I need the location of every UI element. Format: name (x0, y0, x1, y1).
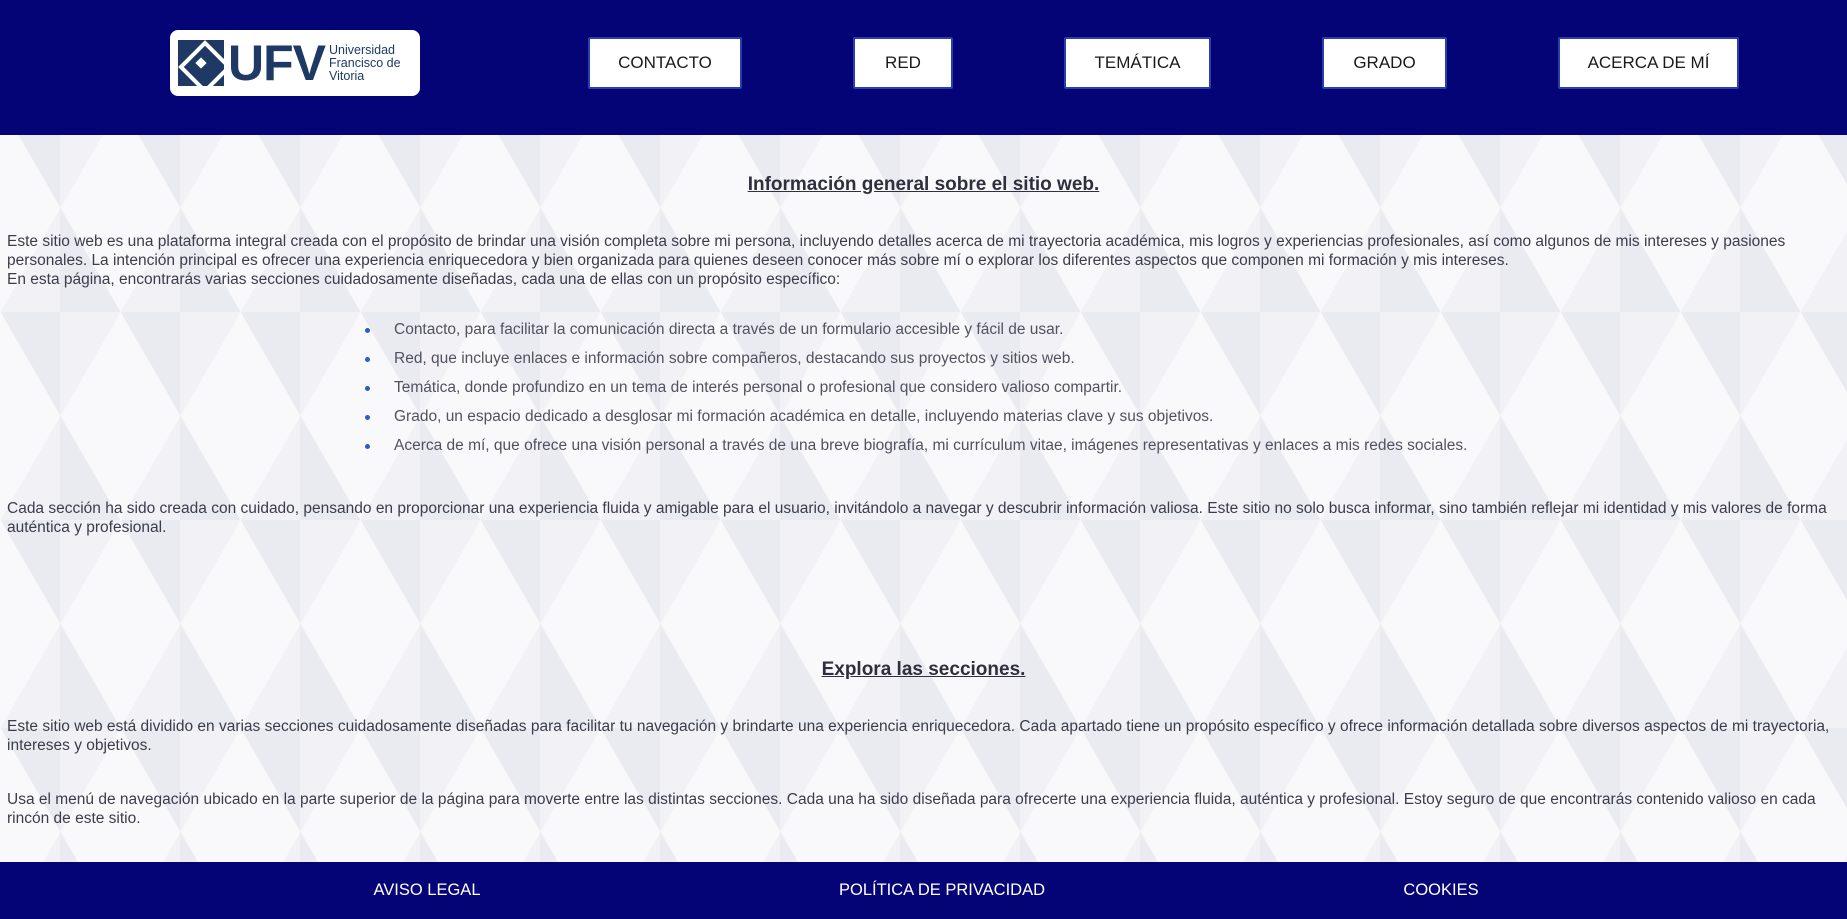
site-footer: AVISO LEGAL POLÍTICA DE PRIVACIDAD COOKI… (0, 862, 1847, 919)
footer-privacy-policy-link[interactable]: POLÍTICA DE PRIVACIDAD (839, 881, 1045, 900)
nav-tematica-button[interactable]: TEMÁTICA (1064, 37, 1211, 89)
ufv-emblem-icon (178, 40, 224, 86)
closing-paragraph: Cada sección ha sido creada con cuidado,… (7, 500, 1827, 536)
list-item: Acerca de mí, que ofrece una visión pers… (364, 436, 1467, 465)
logo-name-line: Francisco de (329, 55, 401, 70)
footer-cookies-link[interactable]: COOKIES (1403, 881, 1478, 900)
ufv-logo[interactable]: UFV Universidad Francisco de Vitoria (170, 30, 420, 96)
explore-paragraph-1: Este sitio web está dividido en varias s… (7, 718, 1830, 754)
logo-name-line: Vitoria (329, 68, 365, 83)
list-item: Red, que incluye enlaces e información s… (364, 349, 1467, 378)
logo-name-line: Universidad (329, 42, 396, 57)
explore-paragraph-2: Usa el menú de navegación ubicado en la … (7, 791, 1816, 827)
explore-sections-title: Explora las secciones. (821, 659, 1026, 680)
nav-grado-button[interactable]: GRADO (1322, 37, 1447, 89)
nav-contacto-button[interactable]: CONTACTO (588, 37, 742, 89)
sections-intro-paragraph: En esta página, encontrarás varias secci… (7, 271, 841, 288)
general-info-title: Información general sobre el sitio web. (747, 174, 1100, 195)
sections-list: Contacto, para facilitar la comunicación… (364, 320, 1467, 465)
list-item: Contacto, para facilitar la comunicación… (364, 320, 1467, 349)
list-item: Grado, un espacio dedicado a desglosar m… (364, 407, 1467, 436)
nav-acerca-de-mi-button[interactable]: ACERCA DE MÍ (1558, 37, 1739, 89)
list-item: Temática, donde profundizo en un tema de… (364, 378, 1467, 407)
logo-letters: UFV (228, 35, 326, 91)
nav-red-button[interactable]: RED (853, 37, 953, 89)
logo-university-name: Universidad Francisco de Vitoria (329, 42, 401, 83)
footer-aviso-legal-link[interactable]: AVISO LEGAL (374, 881, 481, 900)
site-header: UFV Universidad Francisco de Vitoria CON… (0, 0, 1847, 135)
general-intro-paragraph: Este sitio web es una plataforma integra… (7, 233, 1786, 269)
